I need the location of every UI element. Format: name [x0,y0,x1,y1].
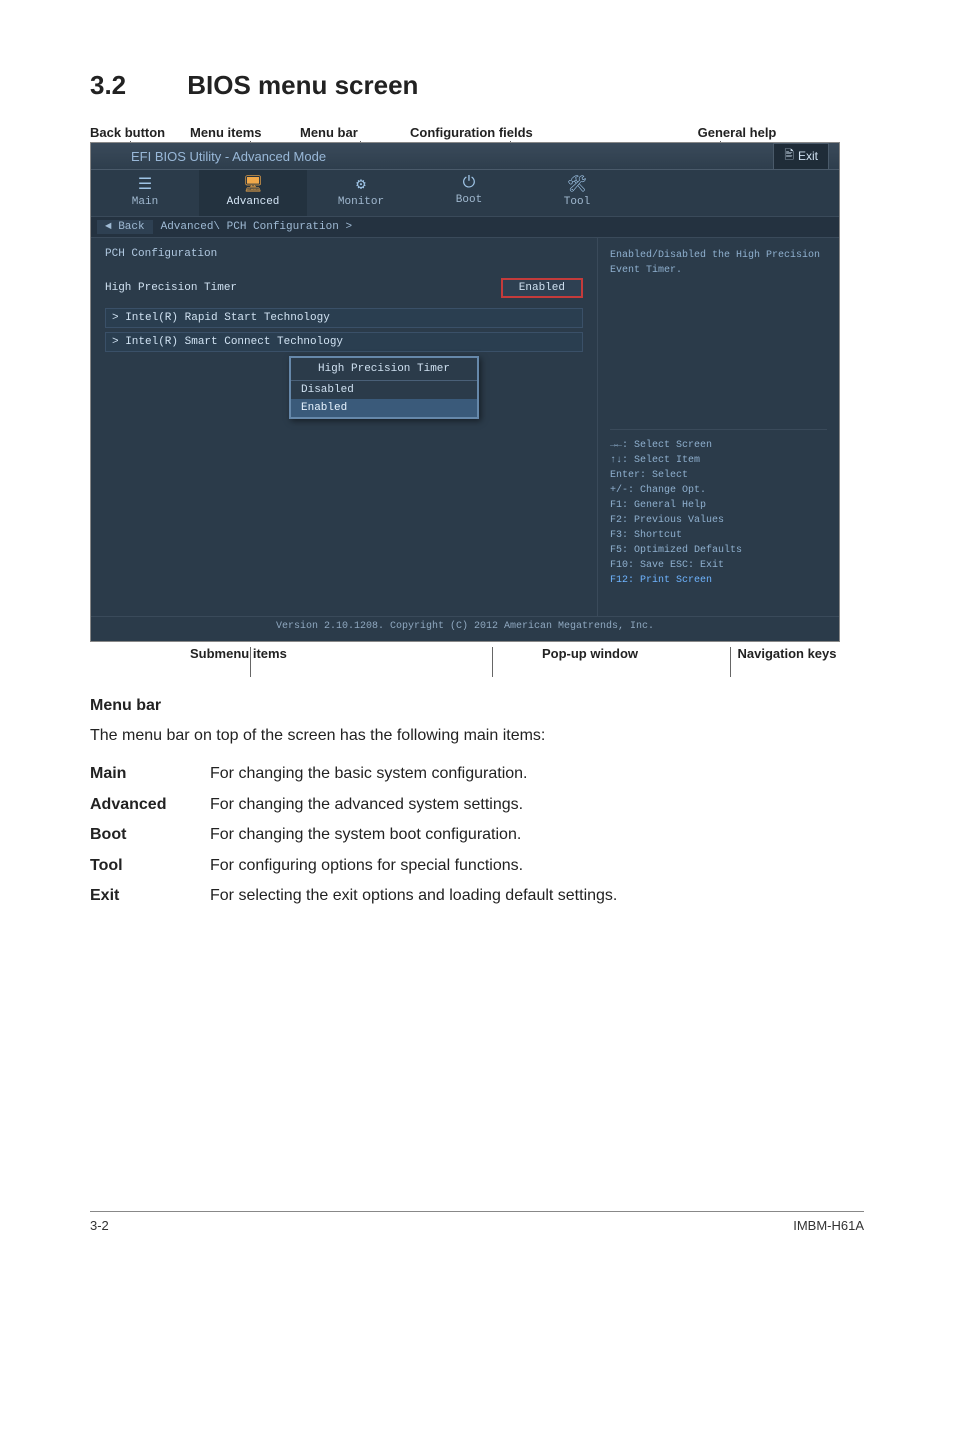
model-name: IMBM-H61A [793,1218,864,1233]
label-popup-window: Pop-up window [470,646,710,661]
section-heading: 3.2 BIOS menu screen [90,70,864,101]
def-row: Exit For selecting the exit options and … [90,881,864,911]
def-row: Tool For configuring options for special… [90,851,864,881]
nav-key-line: +/-: Change Opt. [610,483,827,498]
def-term: Boot [90,820,210,850]
bios-screenshot: EFI BIOS Utility - Advanced Mode 🖹 Exit … [90,142,840,642]
hpt-value-field[interactable]: Enabled [501,278,583,298]
list-icon: ☰ [91,174,199,194]
back-arrow-icon: ◄ [105,221,118,233]
label-submenu-items: Submenu items [90,646,470,661]
nav-key-line: F5: Optimized Defaults [610,543,827,558]
def-term: Tool [90,851,210,881]
bios-version-footer: Version 2.10.1208. Copyright (C) 2012 Am… [91,616,839,641]
tab-tool[interactable]: 🛠 Tool [523,170,631,216]
def-row: Advanced For changing the advanced syste… [90,790,864,820]
def-desc: For changing the basic system configurat… [210,759,528,789]
nav-key-line: F10: Save ESC: Exit [610,558,827,573]
nav-key-line: →←: Select Screen [610,438,827,453]
tab-label: Monitor [338,196,384,208]
breadcrumb: Advanced\ PCH Configuration > [161,221,352,233]
tab-label: Tool [564,196,590,208]
def-row: Main For changing the basic system confi… [90,759,864,789]
pch-section-title: PCH Configuration [105,248,583,260]
bios-help-panel: Enabled/Disabled the High Precision Even… [598,238,839,624]
def-term: Exit [90,881,210,911]
submenu-smart-connect[interactable]: > Intel(R) Smart Connect Technology [105,332,583,352]
section-title-text: BIOS menu screen [187,70,418,100]
power-icon: ⏻ [415,174,523,192]
back-button[interactable]: ◄ Back [97,220,153,234]
def-desc: For changing the advanced system setting… [210,790,523,820]
nav-key-line: F3: Shortcut [610,528,827,543]
def-term: Main [90,759,210,789]
popup-option-enabled[interactable]: Enabled [291,399,477,417]
popup-window: High Precision Timer Disabled Enabled [289,356,479,419]
def-term: Advanced [90,790,210,820]
nav-key-line: F12: Print Screen [610,573,827,588]
exit-label: Exit [798,149,818,163]
gauge-icon: ⚙ [307,174,415,194]
def-row: Boot For changing the system boot config… [90,820,864,850]
label-menu-items: Menu items [190,125,300,140]
exit-icon: 🖹 [784,146,794,167]
menubar-heading: Menu bar [90,697,864,715]
label-config-fields: Configuration fields [410,125,610,140]
tab-boot[interactable]: ⏻ Boot [415,170,523,216]
def-desc: For changing the system boot configurati… [210,820,521,850]
bottom-annotation-labels: Submenu items Pop-up window Navigation k… [90,646,864,661]
hpt-label: High Precision Timer [105,282,501,294]
bios-menu-bar: ☰ Main 🖥 Advanced ⚙ Monitor ⏻ Boot 🛠 [91,169,839,216]
top-annotation-labels: Back button Menu items Menu bar Configur… [90,125,864,140]
page-footer: 3-2 IMBM-H61A [90,1211,864,1233]
tab-label: Advanced [227,196,280,208]
def-desc: For configuring options for special func… [210,851,523,881]
navigation-keys: →←: Select Screen ↑↓: Select Item Enter:… [610,429,827,588]
nav-key-line: ↑↓: Select Item [610,453,827,468]
bios-titlebar: EFI BIOS Utility - Advanced Mode 🖹 Exit [91,143,839,169]
tool-icon: 🛠 [523,174,631,194]
back-label: Back [118,221,144,233]
tab-label: Main [132,196,158,208]
submenu-rapid-start[interactable]: > Intel(R) Rapid Start Technology [105,308,583,328]
exit-button[interactable]: 🖹 Exit [773,143,829,170]
label-menu-bar: Menu bar [300,125,410,140]
menubar-definitions: Main For changing the basic system confi… [90,759,864,911]
popup-title: High Precision Timer [291,358,477,381]
menubar-intro: The menu bar on top of the screen has th… [90,725,864,747]
label-back-button: Back button [90,125,190,140]
section-number: 3.2 [90,70,180,101]
nav-key-line: F1: General Help [610,498,827,513]
def-desc: For selecting the exit options and loadi… [210,881,617,911]
tab-label: Boot [456,194,482,206]
bios-main-panel: PCH Configuration High Precision Timer E… [91,238,598,624]
hpt-row[interactable]: High Precision Timer Enabled [105,278,583,298]
tab-main[interactable]: ☰ Main [91,170,199,216]
bios-title: EFI BIOS Utility - Advanced Mode [101,149,773,164]
tab-advanced[interactable]: 🖥 Advanced [199,170,307,216]
popup-option-disabled[interactable]: Disabled [291,381,477,399]
breadcrumb-row: ◄ Back Advanced\ PCH Configuration > [91,216,839,238]
tab-monitor[interactable]: ⚙ Monitor [307,170,415,216]
page-number: 3-2 [90,1218,109,1233]
chip-icon: 🖥 [199,174,307,194]
nav-key-line: F2: Previous Values [610,513,827,528]
nav-key-line: Enter: Select [610,468,827,483]
general-help-text: Enabled/Disabled the High Precision Even… [610,248,827,278]
label-general-help: General help [610,125,864,140]
label-navigation-keys: Navigation keys [710,646,864,661]
